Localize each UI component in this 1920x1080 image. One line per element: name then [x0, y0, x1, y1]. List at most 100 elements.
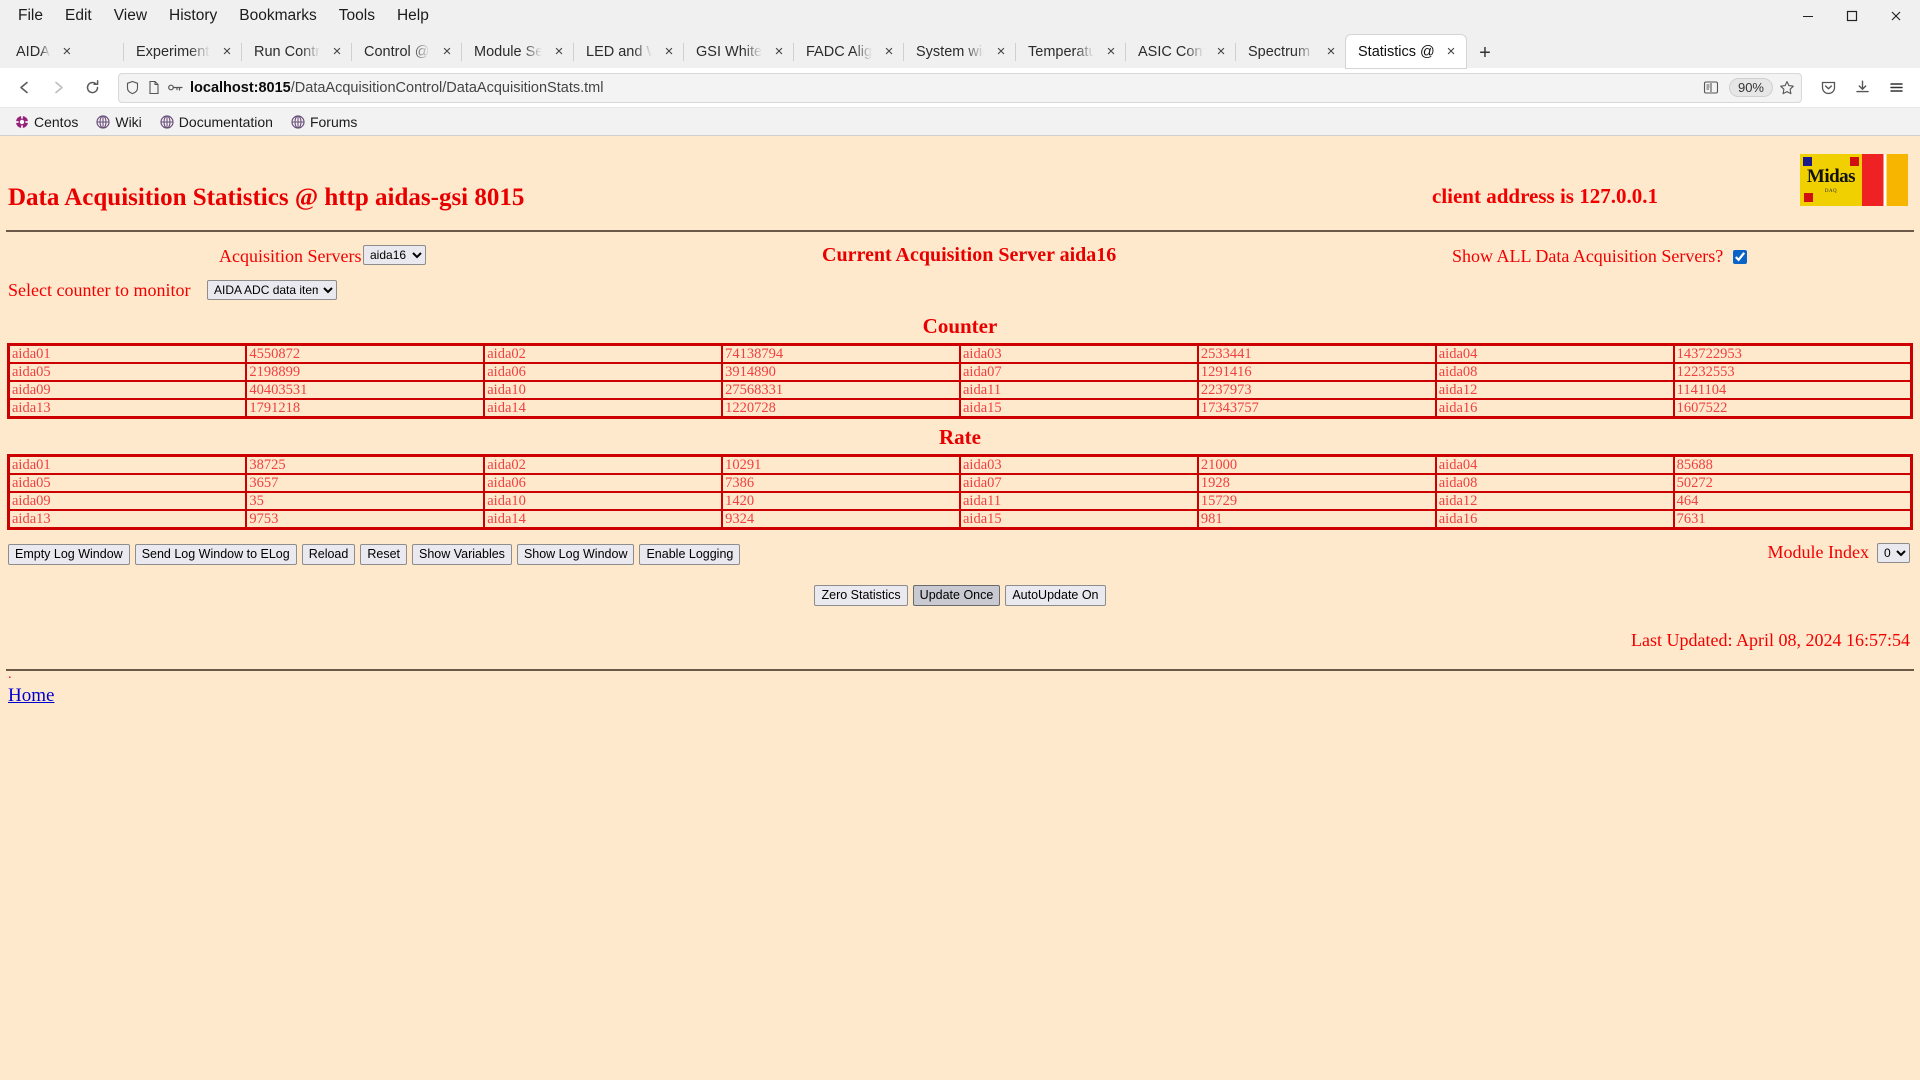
reload-button[interactable]	[76, 72, 108, 104]
log-button-enable-logging[interactable]: Enable Logging	[639, 544, 741, 565]
bookmark-star-icon[interactable]	[1779, 80, 1795, 96]
action-button-zero-statistics[interactable]: Zero Statistics	[814, 585, 908, 606]
tab-close-icon[interactable]: ×	[550, 43, 568, 61]
zoom-level-indicator[interactable]: 90%	[1728, 78, 1773, 97]
browser-tab[interactable]: GSI White Rabbit @ aidas-gsi ×	[684, 35, 794, 68]
tab-close-icon[interactable]: ×	[1102, 43, 1120, 61]
tab-close-icon[interactable]: ×	[992, 43, 1010, 61]
browser-tab[interactable]: Temperature and Voltage @ aid ×	[1016, 35, 1126, 68]
browser-tab-active[interactable]: Statistics @ aidas-gsi ×	[1346, 35, 1466, 68]
browser-tab[interactable]: AIDA ×	[4, 35, 124, 68]
server-name-cell: aida10	[483, 491, 724, 511]
module-index-select[interactable]: 0	[1877, 542, 1910, 563]
menu-item-help[interactable]: Help	[387, 3, 439, 29]
browser-tab[interactable]: Experiment Control @ aidas-gsi ×	[124, 35, 242, 68]
table-row: aida13 9753 aida14 9324 aida15 981 aida16 7631	[7, 509, 1913, 530]
tab-close-icon[interactable]: ×	[58, 43, 76, 61]
server-value-cell: 74138794	[721, 343, 961, 364]
home-link[interactable]: Home	[8, 685, 54, 706]
counter-select[interactable]: AIDA ADC data items	[207, 280, 337, 300]
server-value-cell: 50272	[1672, 473, 1913, 493]
tab-close-icon[interactable]: ×	[218, 43, 236, 61]
browser-tab[interactable]: LED and Waveform @ aidas-gsi ×	[574, 35, 684, 68]
new-tab-button[interactable]: +	[1470, 38, 1500, 68]
back-button[interactable]	[8, 72, 40, 104]
reader-view-icon[interactable]	[1703, 80, 1719, 95]
tab-label: Statistics @ aidas-gsi	[1358, 43, 1434, 60]
show-all-servers-checkbox[interactable]	[1733, 249, 1748, 264]
maximize-button[interactable]	[1830, 1, 1874, 31]
log-button-empty-log-window[interactable]: Empty Log Window	[8, 544, 130, 565]
tab-close-icon[interactable]: ×	[1442, 43, 1460, 61]
browser-tab[interactable]: Control @ aidas-gsi ×	[352, 35, 462, 68]
server-value-cell: 85688	[1672, 454, 1913, 475]
browser-tab[interactable]: Run Control @ aidas-gsi ×	[242, 35, 352, 68]
app-menu-icon[interactable]	[1880, 72, 1912, 104]
menu-item-edit[interactable]: Edit	[55, 3, 102, 29]
server-value-cell: 2198899	[245, 362, 486, 382]
tab-close-icon[interactable]: ×	[770, 43, 788, 61]
tab-close-icon[interactable]: ×	[880, 43, 898, 61]
globe-icon	[96, 114, 110, 129]
log-button-send-log-window-to-elog[interactable]: Send Log Window to ELog	[134, 544, 297, 565]
browser-tab[interactable]: Module Settings @ aidas-gsi ×	[462, 35, 574, 68]
url-text: localhost:8015/DataAcquisitionControl/Da…	[190, 79, 604, 96]
log-button-reset[interactable]: Reset	[360, 544, 407, 565]
bookmark-centos[interactable]: Centos	[8, 112, 85, 132]
server-name-cell: aida07	[959, 362, 1199, 382]
server-value-cell: 1141104	[1672, 380, 1913, 400]
action-button-autoupdate-on[interactable]: AutoUpdate On	[1005, 585, 1106, 606]
last-updated-text: Last Updated: April 08, 2024 16:57:54	[1631, 630, 1910, 650]
tab-label: Module Settings @ aidas-gsi	[474, 43, 542, 60]
tab-close-icon[interactable]: ×	[1212, 43, 1230, 61]
close-window-button[interactable]	[1874, 1, 1918, 31]
permissions-icon[interactable]	[167, 80, 184, 95]
server-name-cell: aida02	[483, 454, 724, 475]
log-button-show-variables[interactable]: Show Variables	[412, 544, 512, 565]
bookmark-documentation[interactable]: Documentation	[153, 112, 280, 132]
tab-close-icon[interactable]: ×	[438, 43, 456, 61]
bookmark-wiki[interactable]: Wiki	[89, 112, 148, 132]
bookmark-forums[interactable]: Forums	[284, 112, 364, 132]
log-button-show-log-window[interactable]: Show Log Window	[516, 544, 635, 565]
server-name-cell: aida09	[7, 380, 248, 400]
page-info-icon[interactable]	[146, 80, 161, 95]
browser-tab[interactable]: FADC Align & Control @ aidas ×	[794, 35, 904, 68]
server-name-cell: aida13	[7, 398, 248, 419]
tab-label: Experiment Control @ aidas-gsi	[136, 43, 210, 60]
server-name-cell: aida10	[483, 380, 724, 400]
action-button-update-once[interactable]: Update Once	[912, 585, 1001, 606]
logo-square-red-bottom	[1804, 193, 1813, 202]
downloads-icon[interactable]	[1846, 72, 1878, 104]
menu-item-history[interactable]: History	[159, 3, 227, 29]
menu-item-file[interactable]: File	[8, 3, 53, 29]
menu-item-tools[interactable]: Tools	[329, 3, 385, 29]
server-name-cell: aida01	[7, 343, 248, 364]
menu-item-view[interactable]: View	[104, 3, 157, 29]
browser-tab[interactable]: ASIC Control @ aidas-gsi ×	[1126, 35, 1236, 68]
server-value-cell: 12232553	[1672, 362, 1913, 382]
browser-tab[interactable]: Spectrum Browser @ aidas-gsi ×	[1236, 35, 1346, 68]
tab-close-icon[interactable]: ×	[1322, 43, 1340, 61]
tab-close-icon[interactable]: ×	[328, 43, 346, 61]
minimize-button[interactable]	[1786, 1, 1830, 31]
tab-close-icon[interactable]: ×	[660, 43, 678, 61]
tab-label: System wide Checks @ aidas	[916, 43, 984, 60]
browser-tab[interactable]: System wide Checks @ aidas ×	[904, 35, 1016, 68]
server-name-cell: aida04	[1434, 343, 1675, 364]
menu-item-bookmarks[interactable]: Bookmarks	[229, 3, 327, 29]
log-button-reload[interactable]: Reload	[301, 544, 356, 565]
tab-label: AIDA	[16, 43, 50, 60]
server-name-cell: aida05	[7, 473, 248, 493]
tab-label: ASIC Control @ aidas-gsi	[1138, 43, 1204, 60]
acquisition-server-select[interactable]: aida16	[363, 245, 426, 265]
address-bar[interactable]: localhost:8015/DataAcquisitionControl/Da…	[118, 72, 1802, 103]
server-name-cell: aida11	[959, 491, 1199, 511]
forward-button[interactable]	[42, 72, 74, 104]
bookmark-label: Centos	[34, 113, 79, 130]
pocket-icon[interactable]	[1812, 72, 1844, 104]
acquisition-servers-row: Acquisition Servers aida16 Current Acqui…	[0, 232, 1920, 272]
tab-label: GSI White Rabbit @ aidas-gsi	[696, 43, 762, 60]
counter-table: aida01 4550872 aida02 74138794 aida03 2533441…	[7, 343, 1913, 419]
server-name-cell: aida13	[7, 509, 248, 530]
